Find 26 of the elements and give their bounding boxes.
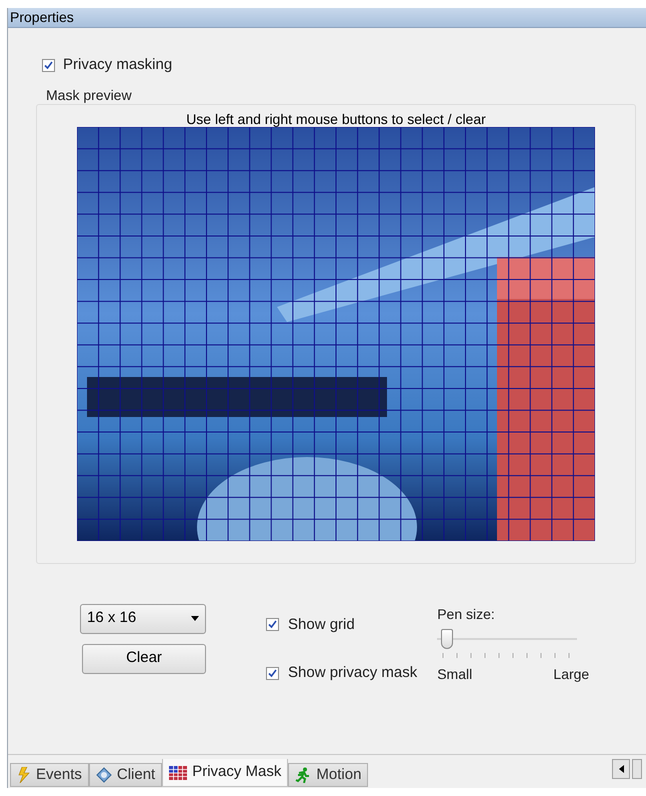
group-title: Mask preview — [46, 86, 132, 105]
checkbox-label: Privacy masking — [63, 55, 172, 75]
slider-min-label: Small — [437, 664, 472, 684]
checkbox-label: Show grid — [288, 614, 355, 634]
slider-label: Pen size: — [437, 604, 496, 624]
checkbox[interactable] — [42, 58, 55, 72]
tab[interactable]: Privacy Mask — [162, 759, 288, 787]
scroll-left-button[interactable] — [612, 759, 630, 779]
panel-title: Properties — [10, 8, 74, 27]
slider-thumb[interactable] — [441, 628, 454, 648]
clear-button[interactable]: Clear — [82, 644, 206, 674]
tab[interactable]: Client — [88, 763, 162, 787]
caret-icon — [191, 616, 199, 621]
preview-hint: Use left and right mouse buttons to select / clear — [186, 110, 486, 126]
checkbox-label: Show privacy mask — [288, 663, 418, 683]
tab[interactable]: Events — [10, 763, 89, 787]
masked-camera-view-drawing[interactable] — [77, 126, 595, 540]
checkbox[interactable] — [266, 618, 279, 632]
grid-icon — [169, 766, 188, 780]
grid-size-dropdown[interactable]: 16 x 16 — [80, 604, 206, 634]
slider-max-label: Large — [553, 664, 590, 684]
left-arrow-icon — [618, 765, 624, 773]
running-person-icon — [295, 767, 312, 783]
lightning-icon — [17, 767, 31, 783]
checkbox[interactable] — [266, 666, 279, 680]
tab[interactable]: Motion — [288, 763, 368, 787]
